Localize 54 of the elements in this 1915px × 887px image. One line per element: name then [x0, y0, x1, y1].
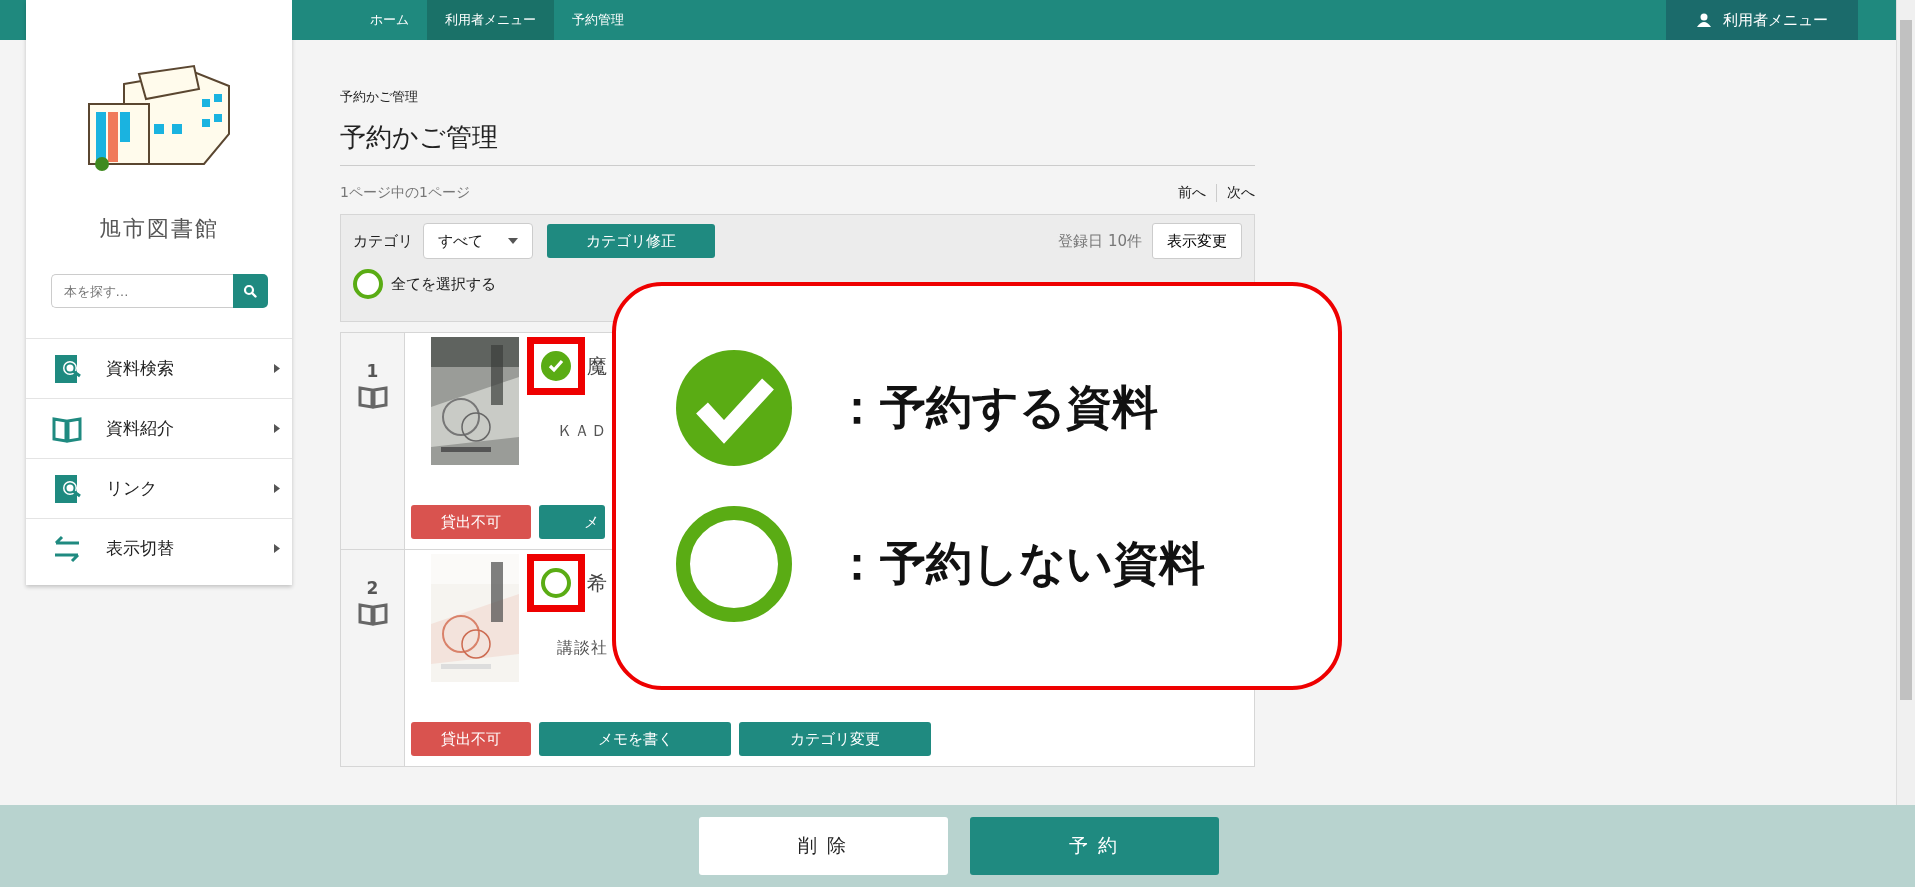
- sort-info: 登録日 10件: [1058, 231, 1142, 251]
- scrollbar[interactable]: [1896, 0, 1915, 805]
- item-action-button[interactable]: メモを書く: [539, 722, 731, 756]
- item-action-button[interactable]: 貸出不可: [411, 722, 531, 756]
- search-button[interactable]: [232, 274, 268, 308]
- book-search-icon: [52, 473, 82, 504]
- view-change-button[interactable]: 表示変更: [1152, 223, 1242, 259]
- breadcrumb-link[interactable]: 利用者メニュー: [427, 0, 554, 40]
- breadcrumb-link[interactable]: 予約管理: [554, 0, 642, 40]
- open-book-icon: [357, 385, 388, 409]
- item-action-button[interactable]: カテゴリ変更: [739, 722, 931, 756]
- select-checkbox[interactable]: [541, 351, 571, 381]
- sidebar-item[interactable]: リンク: [26, 458, 292, 518]
- pager-link[interactable]: 次へ: [1216, 184, 1255, 202]
- select-checkbox[interactable]: [541, 568, 571, 598]
- category-edit-button[interactable]: カテゴリ修正: [547, 224, 715, 258]
- item-number: 1: [366, 361, 379, 381]
- sidebar-item[interactable]: 資料検索: [26, 338, 292, 398]
- user-icon: [1696, 13, 1711, 27]
- select-all-label: 全てを選択する: [391, 274, 496, 294]
- item-action-button[interactable]: 貸出不可: [411, 505, 531, 539]
- library-name: 旭市図書館: [99, 215, 219, 243]
- swap-arrows-icon: [52, 533, 82, 564]
- item-number: 2: [366, 578, 379, 598]
- item-action-button[interactable]: メ: [539, 505, 605, 539]
- search-field[interactable]: 本を探す…: [50, 274, 233, 308]
- search-icon: [243, 284, 257, 298]
- legend-text: ：予約しない資料: [834, 535, 1205, 592]
- check-icon: [548, 359, 564, 373]
- caret-icon: [274, 364, 280, 373]
- sidebar-item[interactable]: 表示切替: [26, 518, 292, 578]
- open-book-icon: [357, 602, 388, 626]
- select-all-checkbox[interactable]: [353, 269, 383, 299]
- breadcrumb-link[interactable]: ホーム: [352, 0, 427, 40]
- page-breadcrumb: 予約かご管理: [340, 88, 419, 106]
- book-title[interactable]: 魔: [587, 352, 608, 380]
- footer-button[interactable]: 削 除: [698, 817, 948, 875]
- caret-icon: [274, 484, 280, 493]
- page-info: 1ページ中の1ページ: [340, 184, 470, 202]
- caret-icon: [274, 544, 280, 553]
- publisher-text: ＫＡＤ: [557, 420, 608, 442]
- sidebar-item[interactable]: 資料紹介: [26, 398, 292, 458]
- user-menu-button[interactable]: 利用者メニュー: [1666, 0, 1858, 40]
- legend-text: ：予約する資料: [834, 379, 1158, 436]
- category-select[interactable]: すべて: [423, 223, 533, 259]
- pager-link[interactable]: 前へ: [1168, 184, 1216, 202]
- category-label: カテゴリ: [353, 231, 413, 251]
- caret-icon: [508, 238, 518, 244]
- page-title: 予約かご管理: [340, 120, 1255, 166]
- publisher-text: 講談社: [557, 637, 608, 659]
- footer-button[interactable]: 予 約: [969, 817, 1219, 875]
- book-title[interactable]: 希: [587, 569, 608, 597]
- book-search-icon: [52, 353, 82, 384]
- caret-icon: [274, 424, 280, 433]
